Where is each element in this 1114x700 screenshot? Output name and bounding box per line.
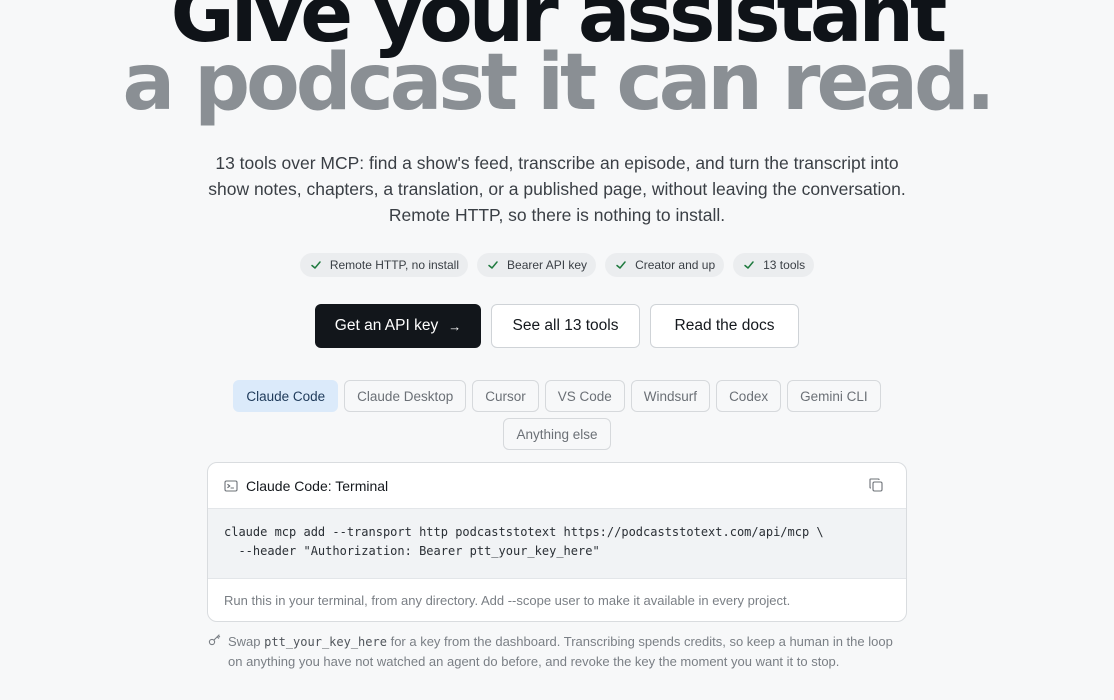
- key-icon: [208, 634, 221, 646]
- tab-vs-code[interactable]: VS Code: [544, 380, 625, 412]
- terminal-icon: [224, 479, 238, 492]
- badge-remote-http: Remote HTTP, no install: [299, 253, 469, 277]
- tab-gemini-cli[interactable]: Gemini CLI: [787, 380, 881, 412]
- tab-cursor[interactable]: Cursor: [472, 380, 539, 412]
- install-command[interactable]: claude mcp add --transport http podcasts…: [208, 509, 906, 579]
- install-panel: Claude Code: Terminal claude mcp add --t…: [207, 462, 907, 622]
- check-icon: [744, 261, 754, 269]
- badge-tool-count: 13 tools: [733, 253, 815, 277]
- get-api-key-label: Get an API key: [334, 317, 439, 334]
- note-text: Swap ptt_your_key_here for a key from th…: [228, 632, 908, 671]
- badge-label: Creator and up: [635, 258, 716, 272]
- tab-codex[interactable]: Codex: [716, 380, 782, 412]
- see-all-tools-button[interactable]: See all 13 tools: [491, 304, 640, 348]
- tab-anything-else[interactable]: Anything else: [503, 418, 611, 450]
- get-api-key-button[interactable]: Get an API key →: [315, 304, 481, 348]
- badge-label: Bearer API key: [507, 258, 588, 272]
- tab-claude-desktop[interactable]: Claude Desktop: [344, 380, 467, 412]
- tab-windsurf[interactable]: Windsurf: [630, 380, 711, 412]
- hero-title-line-2: a podcast it can read.: [122, 38, 996, 128]
- badge-bearer-key: Bearer API key: [477, 253, 597, 277]
- panel-footer-hint: Run this in your terminal, from any dire…: [224, 592, 791, 608]
- note-prefix: Swap: [228, 634, 265, 649]
- check-icon: [616, 261, 626, 269]
- check-icon: [311, 261, 321, 269]
- panel-header: Claude Code: Terminal: [208, 463, 906, 509]
- hero-subtitle: 13 tools over MCP: find a show's feed, t…: [208, 153, 906, 225]
- read-docs-button[interactable]: Read the docs: [650, 304, 799, 348]
- tab-claude-code[interactable]: Claude Code: [233, 380, 339, 412]
- arrow-right-icon: →: [448, 318, 462, 334]
- check-icon: [488, 261, 498, 269]
- badge-label: Remote HTTP, no install: [329, 258, 460, 272]
- feature-badges: Remote HTTP, no install Bearer API key C…: [0, 253, 1114, 277]
- panel-title: Claude Code: Terminal: [246, 477, 389, 494]
- cta-row: Get an API key → See all 13 tools Read t…: [0, 304, 1114, 348]
- api-key-note: Swap ptt_your_key_here for a key from th…: [208, 632, 908, 671]
- note-key-placeholder: ptt_your_key_here: [264, 635, 387, 649]
- badge-creator-plan: Creator and up: [605, 253, 725, 277]
- copy-icon[interactable]: [868, 477, 884, 493]
- badge-label: 13 tools: [763, 258, 806, 272]
- client-tabs: Claude Code Claude Desktop Cursor VS Cod…: [230, 380, 884, 450]
